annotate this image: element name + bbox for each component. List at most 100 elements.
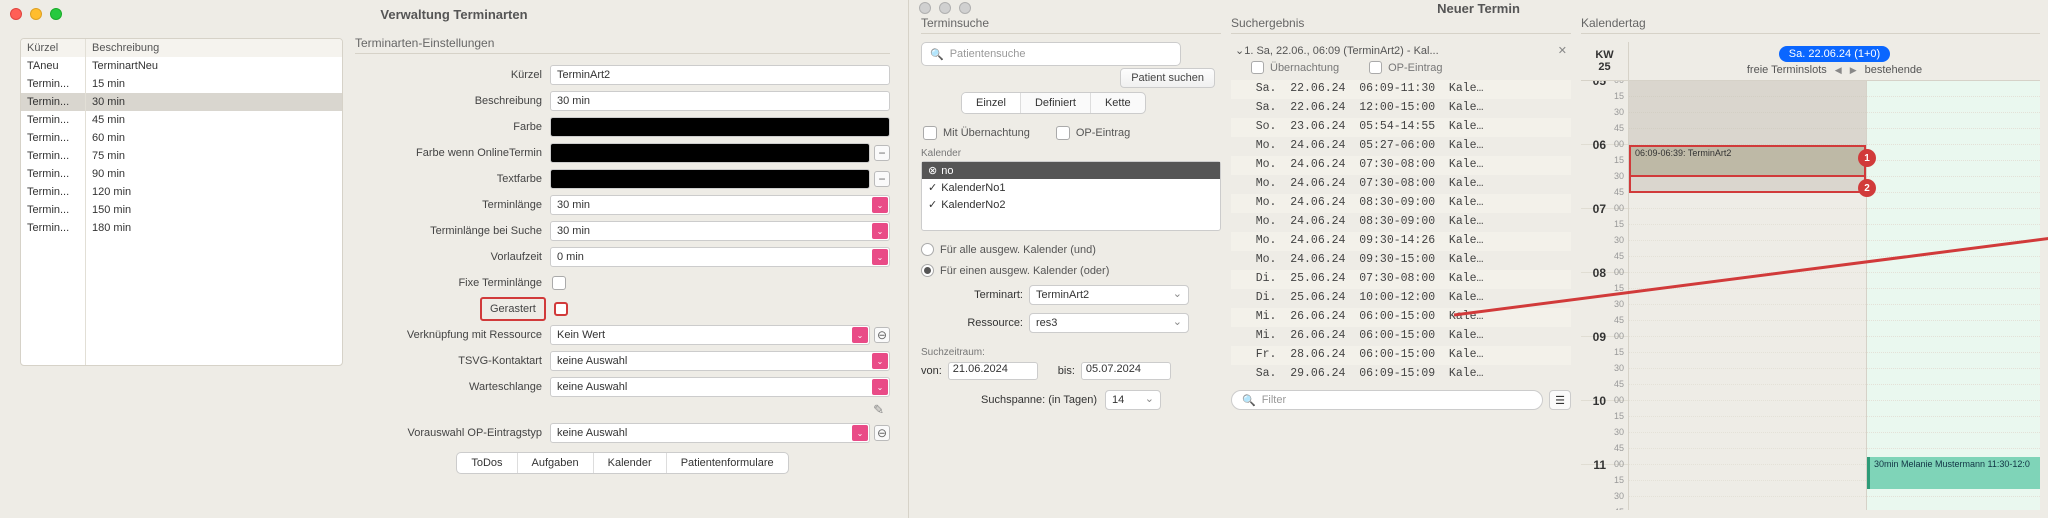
checkbox-fixe[interactable]: [552, 276, 566, 290]
tab-existing[interactable]: bestehende: [1865, 64, 1923, 76]
combo-op-typ[interactable]: keine Auswahl⌄: [550, 423, 870, 443]
clear-button[interactable]: −: [874, 145, 890, 161]
seg-einzel[interactable]: Einzel: [962, 93, 1021, 113]
table-row[interactable]: Termin...75 min: [21, 147, 342, 165]
radio-all[interactable]: [921, 243, 934, 256]
combo-ressource[interactable]: res3: [1029, 313, 1189, 333]
arrow-right-icon[interactable]: ▶: [1850, 65, 1857, 76]
result-row[interactable]: Mo. 24.06.24 08:30-09:00 Kale…: [1231, 194, 1571, 213]
minimize-icon[interactable]: [939, 2, 951, 14]
color-online[interactable]: [550, 143, 870, 163]
input-von[interactable]: 21.06.2024: [948, 362, 1038, 380]
close-icon[interactable]: [919, 2, 931, 14]
chevron-down-icon[interactable]: ⌄: [872, 249, 888, 265]
combo-warte[interactable]: keine Auswahl⌄: [550, 377, 890, 397]
kalender-selected[interactable]: ⊗no: [922, 162, 1220, 179]
chevron-down-icon[interactable]: ⌄: [872, 353, 888, 369]
traffic-lights[interactable]: [10, 8, 62, 20]
seg-kette[interactable]: Kette: [1091, 93, 1145, 113]
seg-definiert[interactable]: Definiert: [1021, 93, 1091, 113]
minimize-icon[interactable]: [30, 8, 42, 20]
result-row[interactable]: Mi. 26.06.24 06:00-15:00 Kale…: [1231, 327, 1571, 346]
kalender-item[interactable]: ✓KalenderNo1: [922, 179, 1220, 196]
table-row[interactable]: TAneuTerminartNeu: [21, 57, 342, 75]
disclosure-icon[interactable]: ⌄: [1235, 44, 1244, 57]
filter-input[interactable]: 🔍Filter: [1231, 390, 1543, 410]
result-row[interactable]: Sa. 22.06.24 06:09-11:30 Kale…: [1231, 80, 1571, 99]
terminarten-table[interactable]: Kürzel Beschreibung TAneuTerminartNeuTer…: [20, 38, 343, 366]
combo-vorlaufzeit[interactable]: 0 min⌄: [550, 247, 890, 267]
checkbox-op[interactable]: [1056, 126, 1070, 140]
edit-icon[interactable]: ✎: [355, 402, 890, 418]
close-icon[interactable]: ✕: [1558, 44, 1567, 57]
checkbox-op-result[interactable]: [1369, 61, 1382, 74]
combo-terminart[interactable]: TerminArt2: [1029, 285, 1189, 305]
date-pill[interactable]: Sa. 22.06.24 (1+0): [1779, 46, 1890, 62]
result-row[interactable]: Mo. 24.06.24 07:30-08:00 Kale…: [1231, 175, 1571, 194]
traffic-lights[interactable]: [919, 2, 971, 14]
tab-aufgaben[interactable]: Aufgaben: [518, 453, 594, 473]
chevron-down-icon[interactable]: ⌄: [872, 379, 888, 395]
clear-button[interactable]: ⊖: [874, 425, 890, 441]
zoom-icon[interactable]: [959, 2, 971, 14]
tab-todos[interactable]: ToDos: [457, 453, 517, 473]
close-icon[interactable]: [10, 8, 22, 20]
existing-column[interactable]: 30min Melanie Mustermann 11:30-12:0: [1867, 81, 2040, 510]
chevron-down-icon[interactable]: ⌄: [872, 223, 888, 239]
table-row[interactable]: Termin...120 min: [21, 183, 342, 201]
proposed-appointment[interactable]: 06:09-06:39: TerminArt2: [1629, 145, 1866, 177]
table-row[interactable]: Termin...90 min: [21, 165, 342, 183]
kalender-list[interactable]: ⊗no ✓KalenderNo1 ✓KalenderNo2: [921, 161, 1221, 231]
kalender-item[interactable]: ✓KalenderNo2: [922, 196, 1220, 213]
free-slots-column[interactable]: 06:09-06:39: TerminArt2 1 2: [1629, 81, 1867, 510]
input-bis[interactable]: 05.07.2024: [1081, 362, 1171, 380]
arrow-left-icon[interactable]: ◀: [1835, 65, 1842, 76]
combo-terminlaenge-suche[interactable]: 30 min⌄: [550, 221, 890, 241]
color-text[interactable]: [550, 169, 870, 189]
result-row[interactable]: Mo. 24.06.24 07:30-08:00 Kale…: [1231, 156, 1571, 175]
result-row[interactable]: Mi. 26.06.24 06:00-15:00 Kale…: [1231, 308, 1571, 327]
table-row[interactable]: Termin...150 min: [21, 201, 342, 219]
results-list[interactable]: Sa. 22.06.24 06:09-11:30 Kale… Sa. 22.06…: [1231, 80, 1571, 384]
combo-suchspanne[interactable]: 14: [1105, 390, 1161, 410]
table-row[interactable]: Termin...30 min: [21, 93, 342, 111]
result-row[interactable]: Di. 25.06.24 07:30-08:00 Kale…: [1231, 270, 1571, 289]
result-group-header[interactable]: ⌄ 1. Sa, 22.06., 06:09 (TerminArt2) - Ka…: [1231, 42, 1571, 59]
checkbox-gerastert[interactable]: [554, 302, 568, 316]
combo-ressource[interactable]: Kein Wert⌄: [550, 325, 870, 345]
combo-terminlaenge[interactable]: 30 min⌄: [550, 195, 890, 215]
existing-appointment[interactable]: 30min Melanie Mustermann 11:30-12:0: [1867, 457, 2040, 489]
result-row[interactable]: Sa. 29.06.24 06:09-15:09 Kale…: [1231, 365, 1571, 384]
remove-icon[interactable]: ⊗: [928, 164, 937, 177]
search-mode-segment[interactable]: Einzel Definiert Kette: [961, 92, 1146, 114]
radio-one[interactable]: [921, 264, 934, 277]
result-row[interactable]: Fr. 28.06.24 06:00-15:00 Kale…: [1231, 346, 1571, 365]
result-row[interactable]: So. 23.06.24 05:54-14:55 Kale…: [1231, 118, 1571, 137]
tab-free-slots[interactable]: freie Terminslots: [1747, 64, 1827, 76]
checkbox-uebernachtung[interactable]: [923, 126, 937, 140]
clear-button[interactable]: −: [874, 171, 890, 187]
zoom-icon[interactable]: [50, 8, 62, 20]
day-grid[interactable]: 0500153045060015304507001530450800153045…: [1581, 80, 2040, 510]
table-row[interactable]: Termin...15 min: [21, 75, 342, 93]
chevron-down-icon[interactable]: ⌄: [852, 327, 868, 343]
result-row[interactable]: Di. 25.06.24 10:00-12:00 Kale…: [1231, 289, 1571, 308]
bottom-tabs[interactable]: ToDos Aufgaben Kalender Patientenformula…: [456, 452, 788, 474]
list-settings-button[interactable]: ☰: [1549, 390, 1571, 410]
table-row[interactable]: Termin...180 min: [21, 219, 342, 237]
table-row[interactable]: Termin...60 min: [21, 129, 342, 147]
color-farbe[interactable]: [550, 117, 890, 137]
patient-search-input[interactable]: 🔍 Patientensuche: [921, 42, 1181, 66]
result-row[interactable]: Sa. 22.06.24 12:00-15:00 Kale…: [1231, 99, 1571, 118]
result-row[interactable]: Mo. 24.06.24 08:30-09:00 Kale…: [1231, 213, 1571, 232]
tab-kalender[interactable]: Kalender: [594, 453, 667, 473]
input-kuerzel[interactable]: TerminArt2: [550, 65, 890, 85]
table-row[interactable]: Termin...45 min: [21, 111, 342, 129]
checkbox-uebernachtung-result[interactable]: [1251, 61, 1264, 74]
result-row[interactable]: Mo. 24.06.24 09:30-14:26 Kale…: [1231, 232, 1571, 251]
input-beschreibung[interactable]: 30 min: [550, 91, 890, 111]
patient-suchen-button[interactable]: Patient suchen: [1120, 68, 1215, 88]
chevron-down-icon[interactable]: ⌄: [872, 197, 888, 213]
tab-patientenformulare[interactable]: Patientenformulare: [667, 453, 788, 473]
result-row[interactable]: Mo. 24.06.24 09:30-15:00 Kale…: [1231, 251, 1571, 270]
